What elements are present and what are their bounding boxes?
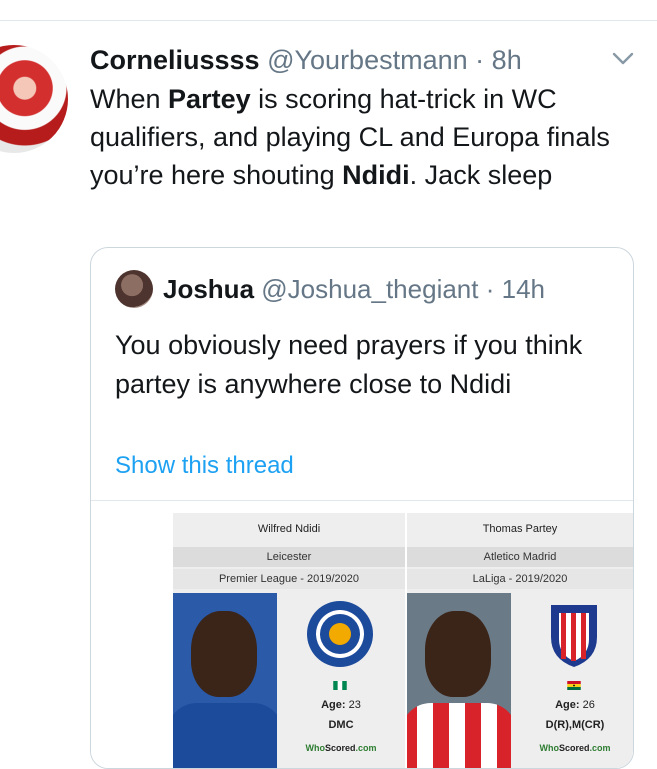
quoted-time: 14h	[501, 274, 546, 304]
author-avatar[interactable]	[0, 45, 68, 155]
quoted-media-image[interactable]: Wilfred Ndidi Leicester Premier League -…	[91, 500, 633, 768]
player-card-partey: Thomas Partey Atletico Madrid LaLiga - 2…	[407, 513, 633, 768]
chevron-down-icon[interactable]	[612, 52, 634, 66]
tweet-time[interactable]: 8h	[492, 45, 522, 75]
player-age: Age: 26	[555, 699, 595, 711]
tweet-header: Corneliussss @Yourbestmann · 8h	[90, 42, 522, 78]
atletico-crest-icon	[551, 605, 597, 667]
mention-partey: Partey	[168, 84, 251, 114]
player-name: Wilfred Ndidi	[257, 523, 321, 535]
player-age: Age: 23	[321, 699, 361, 711]
show-thread-link[interactable]: Show this thread	[115, 450, 294, 482]
quoted-author-avatar	[115, 270, 153, 308]
player-position: D(R),M(CR)	[545, 719, 605, 731]
author-handle[interactable]: @Yourbestmann	[267, 45, 468, 75]
header-separator: ·	[475, 45, 485, 75]
leicester-crest-icon	[307, 601, 373, 667]
quoted-header: Joshua @Joshua_thegiant · 14h	[163, 272, 545, 306]
player-photo	[173, 593, 277, 768]
tweet-text: When Partey is scoring hat-trick in WC q…	[90, 84, 610, 190]
player-position: DMC	[328, 719, 354, 731]
quoted-tweet[interactable]: Joshua @Joshua_thegiant · 14h You obviou…	[90, 247, 634, 769]
nigeria-flag-icon	[333, 681, 347, 690]
ghana-flag-icon	[567, 681, 581, 690]
quoted-text: You obviously need prayers if you think …	[115, 330, 583, 399]
player-photo	[407, 593, 511, 768]
player-league: Premier League - 2019/2020	[173, 569, 405, 589]
mention-ndidi: Ndidi	[342, 160, 410, 190]
player-league: LaLiga - 2019/2020	[407, 569, 633, 589]
quoted-author-handle: @Joshua_thegiant	[261, 274, 479, 304]
player-card-ndidi: Wilfred Ndidi Leicester Premier League -…	[173, 513, 405, 768]
player-club: Leicester	[173, 547, 405, 567]
player-club: Atletico Madrid	[407, 547, 633, 567]
player-name: Thomas Partey	[482, 523, 558, 535]
author-name[interactable]: Corneliussss	[90, 45, 260, 75]
quoted-author-name: Joshua	[163, 274, 255, 304]
quoted-separator: ·	[485, 274, 495, 304]
top-divider	[0, 20, 657, 21]
